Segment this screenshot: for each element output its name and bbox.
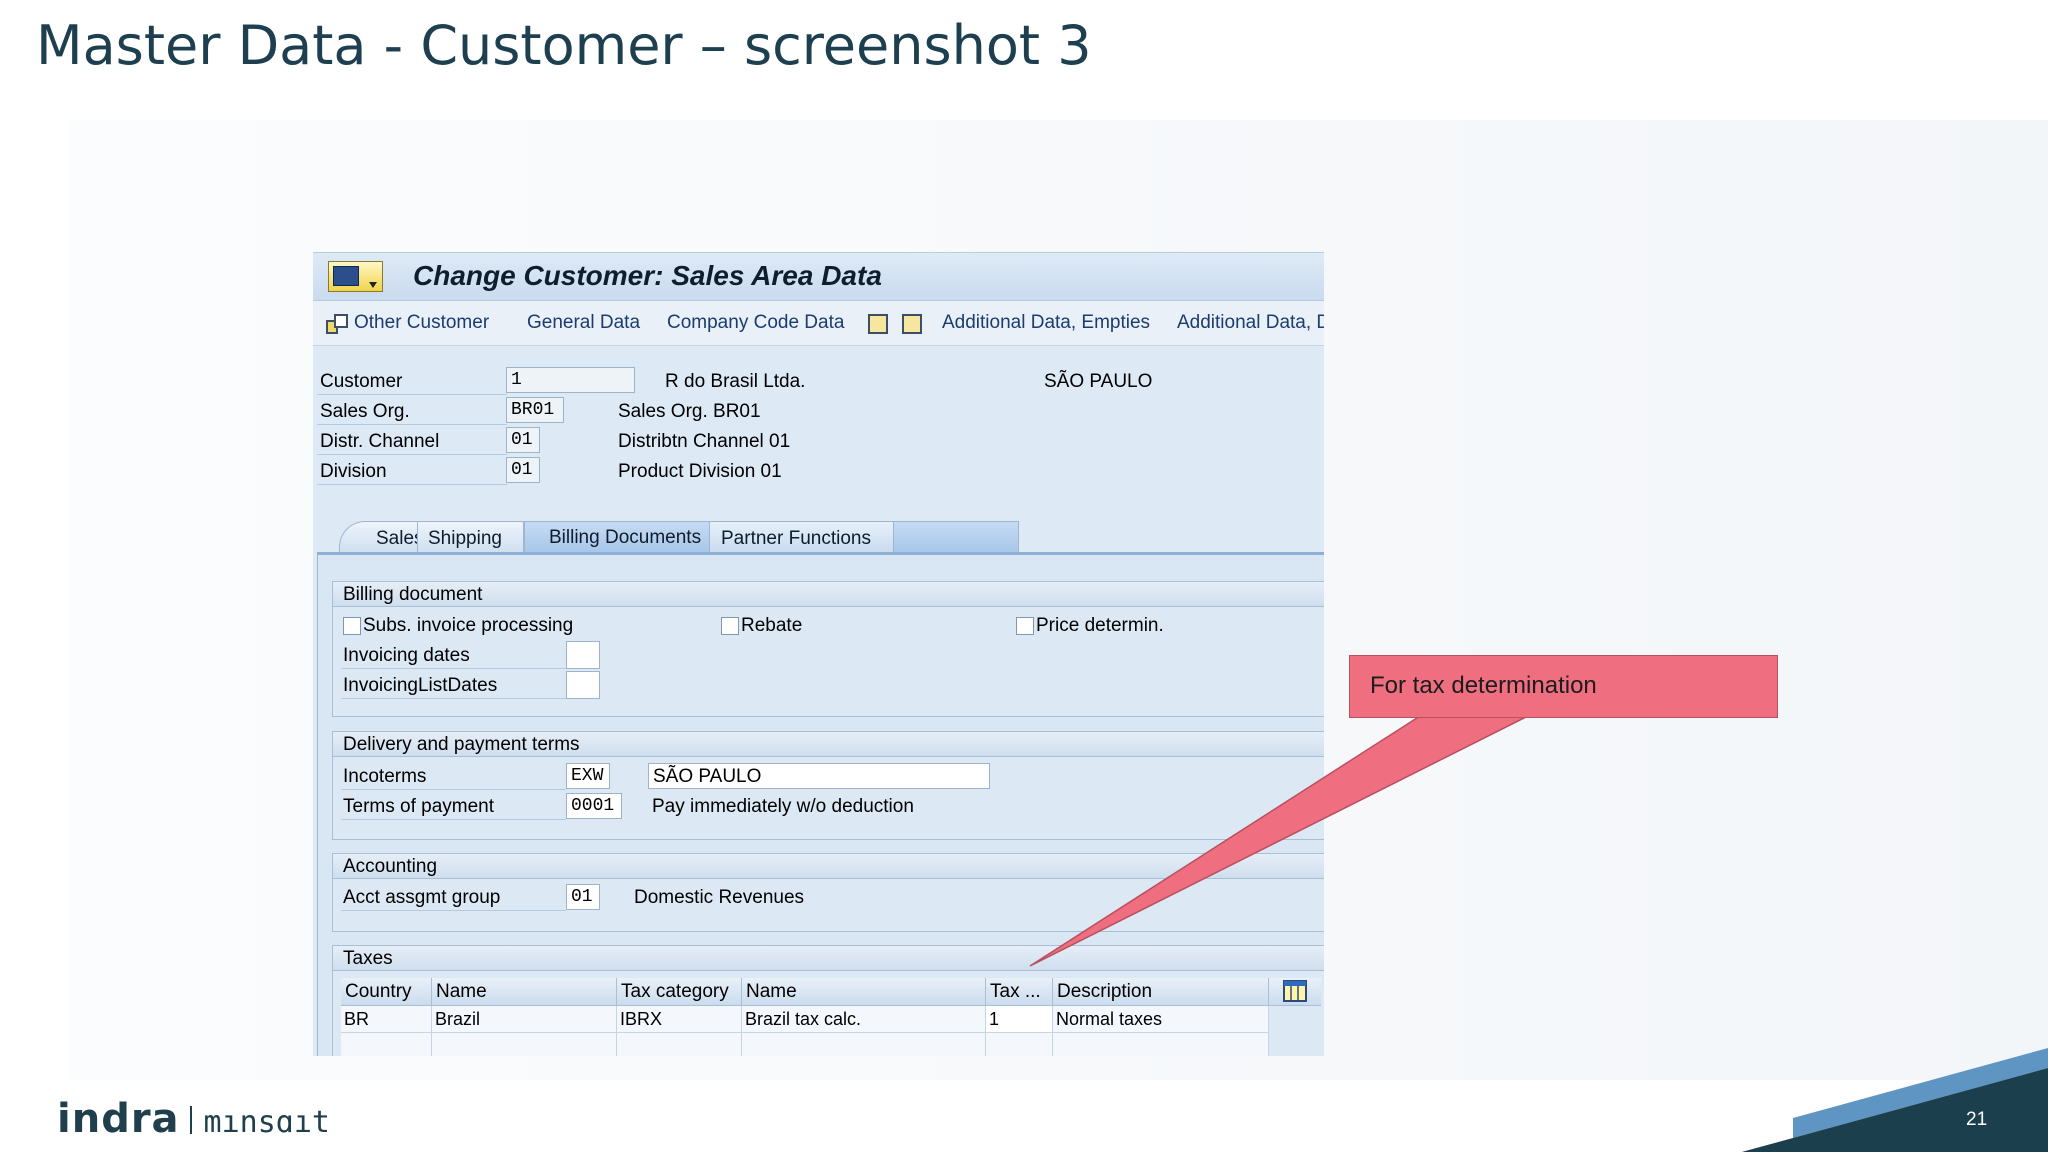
- sales-org-label: Sales Org.: [320, 401, 410, 422]
- column-header-category-name[interactable]: Name: [742, 978, 986, 1006]
- customer-city: SÃO PAULO: [1044, 371, 1153, 392]
- division-label: Division: [320, 461, 387, 482]
- logo-minsait: mınsɑıt: [203, 1105, 330, 1140]
- logo-indra: indra: [57, 1096, 180, 1142]
- slide-title: Master Data - Customer – screenshot 3: [36, 14, 1092, 77]
- application-toolbar: Other Customer General Data Company Code…: [313, 301, 1324, 346]
- column-header-tax-classification[interactable]: Tax ...: [986, 978, 1053, 1006]
- sales-org-field[interactable]: BR01: [506, 397, 564, 423]
- customer-field[interactable]: 1: [506, 367, 635, 393]
- table-cell-empty: [341, 1033, 432, 1056]
- acct-assgmt-group-field[interactable]: 01: [566, 884, 600, 910]
- save-data-icon[interactable]: [868, 314, 888, 334]
- page-number: 21: [1966, 1109, 1988, 1130]
- other-customer-icon[interactable]: [326, 314, 348, 336]
- tab-shipping[interactable]: Shipping: [417, 521, 524, 553]
- sap-title-bar: Change Customer: Sales Area Data: [313, 253, 1324, 301]
- tab-billing-documents-label: Billing Documents: [549, 527, 702, 548]
- table-cell-tax-category: IBRX: [617, 1006, 742, 1033]
- distr-channel-text: Distribtn Channel 01: [618, 431, 791, 452]
- sales-org-row: Sales Org. BR01 Sales Org. BR01: [313, 397, 1324, 425]
- distr-channel-row: Distr. Channel 01 Distribtn Channel 01: [313, 427, 1324, 455]
- division-row: Division 01 Product Division 01: [313, 457, 1324, 485]
- tax-callout: For tax determination: [1349, 655, 1778, 718]
- tab-content: Billing document Subs. invoice processin…: [317, 552, 1324, 1056]
- distr-channel-field[interactable]: 01: [506, 427, 540, 453]
- billing-document-header: Billing document: [333, 582, 1324, 607]
- other-customer-button[interactable]: Other Customer: [354, 312, 489, 334]
- subs-invoice-label: Subs. invoice processing: [363, 615, 574, 636]
- table-cell-category-name: Brazil tax calc.: [742, 1006, 986, 1033]
- table-cell-tax-classification[interactable]: 1: [986, 1006, 1053, 1033]
- sales-org-text: Sales Org. BR01: [618, 401, 761, 422]
- invoicing-dates-field[interactable]: [566, 641, 600, 669]
- additional-data-d-button[interactable]: Additional Data, D: [1177, 312, 1324, 334]
- accounting-header: Accounting: [333, 854, 1324, 879]
- customer-name: R do Brasil Ltda.: [665, 371, 806, 392]
- incoterms-field[interactable]: EXW: [566, 763, 610, 789]
- delivery-payment-header: Delivery and payment terms: [333, 732, 1324, 757]
- price-determin-label: Price determin.: [1036, 615, 1164, 636]
- column-header-country[interactable]: Country: [341, 978, 432, 1006]
- rebate-checkbox[interactable]: [721, 617, 739, 635]
- company-logo: indra mınsɑıt: [57, 1096, 330, 1142]
- table-cell-country-name: Brazil: [432, 1006, 617, 1033]
- table-cell-empty: [432, 1033, 617, 1056]
- incoterms-label: Incoterms: [343, 766, 427, 787]
- taxes-group: Taxes Country Name Tax category Name Tax…: [332, 945, 1324, 1056]
- customer-label: Customer: [320, 371, 403, 392]
- tab-strip: Sales Shipping Billing Documents Partner…: [313, 517, 1324, 553]
- general-data-button[interactable]: General Data: [527, 312, 640, 334]
- customer-row: Customer 1 R do Brasil Ltda. SÃO PAULO: [313, 367, 1324, 395]
- additional-data-empties-button[interactable]: Additional Data, Empties: [942, 312, 1150, 334]
- invoicing-list-dates-field[interactable]: [566, 671, 600, 699]
- division-text: Product Division 01: [618, 461, 782, 482]
- company-code-data-button[interactable]: Company Code Data: [667, 312, 844, 334]
- acct-assgmt-group-text: Domestic Revenues: [634, 887, 805, 908]
- sap-window: Change Customer: Sales Area Data Other C…: [313, 252, 1324, 1056]
- invoicing-list-dates-label: InvoicingListDates: [343, 675, 498, 696]
- copy-data-icon[interactable]: [902, 314, 922, 334]
- customer-menu-icon[interactable]: [328, 261, 383, 292]
- distr-channel-label: Distr. Channel: [320, 431, 440, 452]
- table-cell-empty: [617, 1033, 742, 1056]
- terms-of-payment-field[interactable]: 0001: [566, 793, 622, 819]
- column-config-header: [1269, 978, 1321, 1006]
- invoicing-dates-label: Invoicing dates: [343, 645, 470, 666]
- column-config-icon[interactable]: [1283, 980, 1307, 1002]
- delivery-payment-group: Delivery and payment terms Incoterms EXW…: [332, 731, 1324, 840]
- tax-callout-text: For tax determination: [1370, 672, 1597, 699]
- table-cell-empty: [1053, 1033, 1269, 1056]
- accounting-group: Accounting Acct assgmt group 01 Domestic…: [332, 853, 1324, 932]
- incoterms-place-field[interactable]: SÃO PAULO: [648, 763, 990, 789]
- tab-partner-functions[interactable]: Partner Functions: [709, 521, 894, 553]
- division-field[interactable]: 01: [506, 457, 540, 483]
- terms-of-payment-label: Terms of payment: [343, 796, 494, 817]
- price-determin-checkbox[interactable]: [1016, 617, 1034, 635]
- column-header-description[interactable]: Description: [1053, 978, 1269, 1006]
- column-header-tax-category[interactable]: Tax category: [617, 978, 742, 1006]
- taxes-header: Taxes: [333, 946, 1324, 971]
- billing-document-group: Billing document Subs. invoice processin…: [332, 581, 1324, 717]
- sap-screen-title: Change Customer: Sales Area Data: [413, 260, 882, 291]
- rebate-label: Rebate: [741, 615, 803, 636]
- acct-assgmt-group-label: Acct assgmt group: [343, 887, 501, 908]
- table-cell-country: BR: [341, 1006, 432, 1033]
- table-cell-empty: [742, 1033, 986, 1056]
- table-cell-description: Normal taxes: [1053, 1006, 1269, 1033]
- terms-of-payment-text: Pay immediately w/o deduction: [652, 796, 914, 817]
- table-cell-empty: [986, 1033, 1053, 1056]
- subs-invoice-checkbox[interactable]: [343, 617, 361, 635]
- taxes-table: Country Name Tax category Name Tax ... D…: [341, 978, 1321, 1056]
- column-header-name[interactable]: Name: [432, 978, 617, 1006]
